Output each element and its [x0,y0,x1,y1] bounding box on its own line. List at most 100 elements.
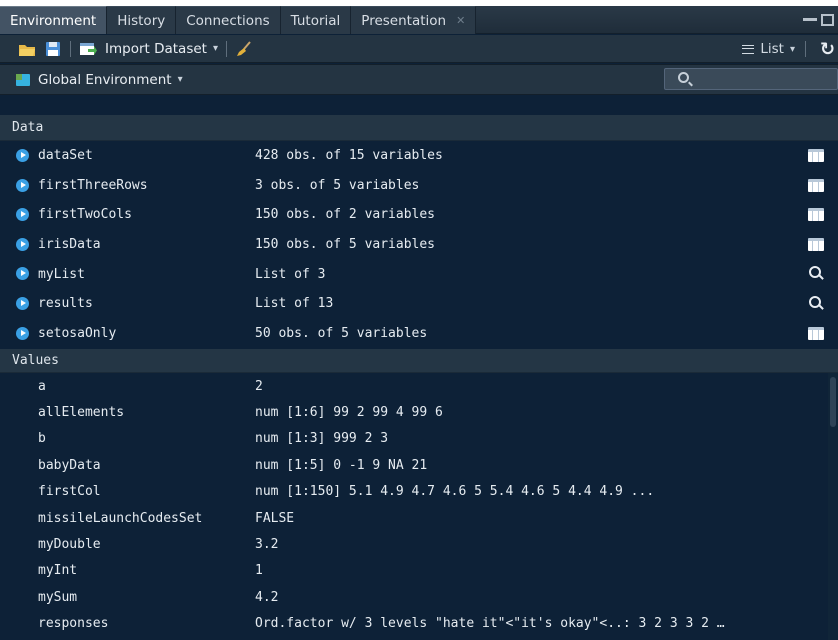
data-row[interactable]: dataSet 428 obs. of 15 variables [0,141,838,171]
expand-icon[interactable] [16,326,29,340]
pane-tab-bar: Environment History Connections Tutorial… [0,0,838,34]
import-dataset-icon [80,42,97,55]
variable-value: num [1:5] 0 -1 9 NA 21 [255,457,428,473]
save-icon[interactable] [44,41,62,57]
variable-name: mySum [38,589,78,605]
maximize-icon[interactable] [821,14,834,26]
tab-label: Presentation [361,12,447,29]
variable-value: 50 obs. of 5 variables [255,325,428,341]
values-list: Values a 2 allElements num [1:6] 99 2 99 4 … [0,349,838,640]
close-icon[interactable]: ✕ [456,14,465,27]
open-folder-icon[interactable] [18,41,36,57]
value-row[interactable]: a2 [0,373,838,399]
expand-icon[interactable] [16,267,29,281]
minimize-icon[interactable] [803,14,817,21]
tab-connections[interactable]: Connections [176,6,281,34]
tab-history[interactable]: History [107,6,177,34]
tab-label: Environment [10,12,97,29]
variable-name: irisData [38,237,101,253]
view-table-icon[interactable] [808,208,824,222]
variable-name: setosaOnly [38,325,117,341]
chevron-down-icon[interactable]: ▾ [178,74,183,85]
broom-icon[interactable] [235,40,253,57]
variable-name: allElements [38,405,125,421]
variable-name: missileLaunchCodesSet [38,510,203,526]
expand-icon[interactable] [16,208,29,222]
variable-value: num [1:6] 99 2 99 4 99 6 [255,405,443,421]
variable-value: List of 3 [255,266,326,282]
data-row[interactable]: setosaOnly 50 obs. of 5 variables [0,319,838,349]
variable-value: 4.2 [255,589,279,605]
variable-value: num [1:150] 5.1 4.9 4.7 4.6 5 5.4 4.6 5 … [255,484,655,500]
tab-tutorial[interactable]: Tutorial [280,6,352,34]
scrollbar-thumb[interactable] [830,377,836,427]
variable-name: firstThreeRows [38,177,148,193]
variable-name: myInt [38,563,78,579]
window-controls [803,14,834,26]
refresh-icon[interactable]: ↻ [820,39,838,60]
data-row[interactable]: myList List of 3 [0,259,838,289]
data-row[interactable]: irisData 150 obs. of 5 variables [0,230,838,260]
variable-name: firstCol [38,484,101,500]
variable-value: num [1:3] 999 2 3 [255,431,389,447]
variable-value: 3.2 [255,537,279,553]
value-row[interactable]: allElements num [1:6] 99 2 99 4 99 6 [0,399,838,425]
expand-icon[interactable] [16,178,29,192]
value-row[interactable]: mySum 4.2 [0,584,838,610]
chevron-down-icon[interactable]: ▾ [213,43,218,54]
toolbar-right: List ▾ ↻ [742,35,838,63]
variable-name: myDouble [38,537,101,553]
variable-value: Ord.factor w/ 3 levels "hate it"<"it's o… [255,616,725,632]
view-table-icon[interactable] [808,326,824,340]
search-icon[interactable] [808,266,824,280]
environment-selector-row: Global Environment ▾ [0,64,838,95]
variable-value: 150 obs. of 2 variables [255,207,436,223]
expand-icon[interactable] [16,237,29,251]
expand-icon[interactable] [16,296,29,310]
variable-value: 3 obs. of 5 variables [255,177,420,193]
variable-name: b [38,431,46,447]
data-row[interactable]: firstTwoCols 150 obs. of 2 variables [0,200,838,230]
variable-name: babyData [38,457,101,473]
tab-list: Environment History Connections Tutorial… [0,6,477,34]
environment-toolbar: Import Dataset ▾ List ▾ ↻ [0,35,838,63]
value-row[interactable]: myDouble 3.2 [0,531,838,557]
data-section-header[interactable]: Data [0,115,838,141]
value-row[interactable]: firstCol num [1:150] 5.1 4.9 4.7 4.6 5 5.… [0,479,838,505]
value-rows: a 2 allElements num [1:6] 99 2 99 4 99 6 b nu… [0,373,838,637]
values-section-header[interactable]: Values [0,349,838,373]
variable-value: List of 13 [255,296,334,312]
list-icon [742,44,755,54]
search-input[interactable] [664,68,838,90]
data-rows: dataSet 428 obs. of 15 variables firstThre… [0,141,838,348]
chevron-down-icon: ▾ [789,43,795,55]
tab-presentation[interactable]: Presentation ✕ [351,6,477,34]
value-row[interactable]: b num [1:3] 999 2 3 [0,426,838,452]
variable-name: firstTwoCols [38,207,132,223]
search-icon[interactable] [808,295,824,310]
view-table-icon[interactable] [808,237,824,251]
tab-label: Tutorial [290,12,341,29]
view-mode-dropdown[interactable]: List ▾ [742,41,795,57]
search-icon [678,72,689,83]
view-table-icon[interactable] [808,149,824,162]
data-row[interactable]: firstThreeRows 3 obs. of 5 variables [0,171,838,201]
variable-value: 150 obs. of 5 variables [255,237,436,253]
variable-value: 1 [255,563,263,579]
variable-name: dataSet [38,148,93,164]
view-table-icon[interactable] [808,178,824,192]
environment-selector[interactable]: Global Environment [38,72,172,88]
tab-environment[interactable]: Environment [0,6,108,34]
variable-value: 2 [255,378,263,394]
import-dataset-button[interactable]: Import Dataset [105,41,207,57]
value-row[interactable]: babyData num [1:5] 0 -1 9 NA 21 [0,452,838,478]
view-mode-label: List [760,41,784,57]
expand-icon[interactable] [16,149,29,162]
data-row[interactable]: results List of 13 [0,289,838,319]
variable-name: myList [38,266,85,282]
environment-icon [16,73,30,86]
toolbar-divider [805,41,806,57]
value-row[interactable]: responses Ord.factor w/ 3 levels "hate it… [0,611,838,637]
value-row[interactable]: missileLaunchCodesSet FALSE [0,505,838,531]
value-row[interactable]: myInt 1 [0,558,838,584]
